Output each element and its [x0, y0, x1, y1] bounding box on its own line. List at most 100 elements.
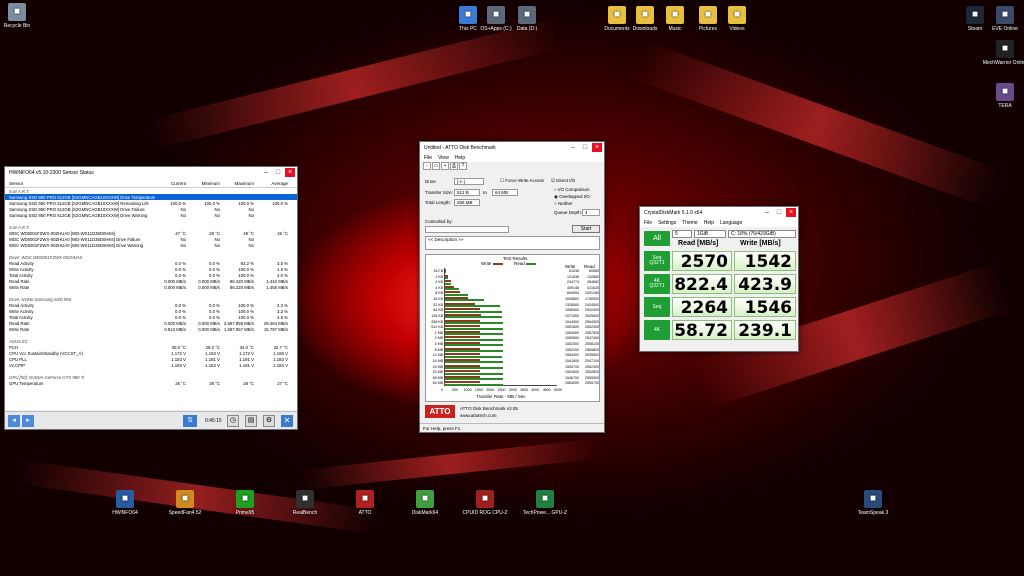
- help-icon[interactable]: ?: [459, 162, 467, 170]
- sensor-row[interactable]: Write Rate 0.000 MB/s 0.000 MB/s 86.220 MB/…: [5, 284, 297, 290]
- sensor-cell: No: [248, 236, 255, 242]
- nav-right-icon[interactable]: ▸: [22, 415, 34, 427]
- sensor-row[interactable]: Total Activity 0.0 % 0.0 % 100.0 % 4.5 %: [5, 314, 297, 320]
- col-average[interactable]: Average: [257, 181, 291, 186]
- clock-icon[interactable]: ◷: [227, 415, 239, 427]
- hwinfo-window[interactable]: HWiNFO64 v5.10-2300 Sensor Status – □ × Se…: [4, 166, 298, 430]
- total-length-select[interactable]: 256 MB: [454, 199, 480, 206]
- desktop-icon-atto[interactable]: ■ ATTO: [340, 490, 390, 516]
- close-icon[interactable]: ×: [786, 208, 796, 217]
- menu-file[interactable]: File: [644, 220, 652, 226]
- menu-settings[interactable]: Settings: [658, 220, 676, 226]
- hwinfo-titlebar[interactable]: HWiNFO64 v5.10-2300 Sensor Status – □ ×: [5, 167, 297, 179]
- io-comparison-radio[interactable]: ○ I/O Comparison: [554, 187, 589, 192]
- print-icon[interactable]: ⎙: [450, 162, 458, 170]
- sensor-row[interactable]: Read Rate 0.000 MB/s 0.000 MB/s 86.220 MB/s…: [5, 278, 297, 284]
- maximize-icon[interactable]: □: [580, 143, 590, 152]
- direct-io-checkbox[interactable]: ☑ Direct I/O: [551, 178, 575, 184]
- sensor-row[interactable]: WDC WD5001FZWX-00ZHUA0 [WD-WX11D35D0HK6]…: [5, 242, 297, 248]
- desktop-icon-videos[interactable]: ■ Videos: [712, 6, 762, 32]
- nav-left-icon[interactable]: ◂: [8, 415, 20, 427]
- desktop-icon-speedfan4-52[interactable]: ■ SpeedFan4.52: [160, 490, 210, 516]
- test-button[interactable]: Seq Q32T1: [644, 251, 670, 271]
- drive-select[interactable]: C: 18% (76/429GiB): [728, 230, 796, 238]
- sensor-row[interactable]: Write Rate 0.813 MB/s 0.000 MB/s 1,597.957 …: [5, 326, 297, 332]
- minimize-icon[interactable]: –: [568, 143, 578, 152]
- desktop-icon-teamspeak-3[interactable]: ■ TeamSpeak 3: [848, 490, 898, 516]
- start-button[interactable]: Start: [572, 225, 600, 233]
- atto-titlebar[interactable]: Untitled - ATTO Disk Benchmark – □ ×: [420, 142, 604, 154]
- sensor-row[interactable]: Samsung SSD 950 PRO 512GB [S2GMNCAGB10XX…: [5, 206, 297, 212]
- overlapped-io-radio[interactable]: ◉ Overlapped I/O: [554, 194, 590, 200]
- col-current[interactable]: Current: [155, 181, 189, 186]
- sensor-row[interactable]: Total Activity 0.0 % 0.0 % 100.0 % 4.0 %: [5, 272, 297, 278]
- close-icon[interactable]: ×: [592, 143, 602, 152]
- test-button[interactable]: Seq: [644, 297, 670, 317]
- sensor-row[interactable]: Read Activity 0.0 % 0.0 % 100.0 % 2.3 %: [5, 302, 297, 308]
- cdm-titlebar[interactable]: CrystalDiskMark 5.1.0 x64 – □ ×: [640, 207, 798, 219]
- col-sensor[interactable]: Sensor: [5, 181, 155, 186]
- report-icon[interactable]: ▤: [245, 415, 257, 427]
- menu-language[interactable]: Language: [720, 220, 742, 226]
- force-write-checkbox[interactable]: ☐ Force Write Access: [500, 178, 544, 184]
- desktop-icon-techpowe-gpu-z[interactable]: ■ TechPowe... GPU-Z: [520, 490, 570, 516]
- col-maximum[interactable]: Maximum: [223, 181, 257, 186]
- crystaldiskmark-window[interactable]: CrystalDiskMark 5.1.0 x64 – □ × File Setti…: [639, 206, 799, 352]
- desktop-icon-hwinfo64[interactable]: ■ HWiNFO64: [100, 490, 150, 516]
- minimize-icon[interactable]: –: [261, 168, 271, 177]
- drive-select[interactable]: [-c-]: [454, 178, 484, 185]
- desktop-icon-mechwarrior-online[interactable]: ■ MechWarrior Online: [980, 40, 1024, 66]
- menu-help[interactable]: Help: [455, 155, 465, 161]
- test-button[interactable]: 4K Q32T1: [644, 274, 670, 294]
- settings-icon[interactable]: ⚙: [263, 415, 275, 427]
- sensor-row[interactable]: WDC WD5001FZWX-00ZHUA0 [WD-WX11D35D0HK6]…: [5, 236, 297, 242]
- hwinfo-sensor-list[interactable]: S.M.A.R.T. Samsung SSD 950 PRO 512GB [S2G…: [5, 188, 297, 410]
- maximize-icon[interactable]: □: [273, 168, 283, 177]
- size-select[interactable]: 1GiB: [694, 230, 726, 238]
- sensor-row[interactable]: Read Rate 0.000 MB/s 0.000 MB/s 2,597.859 M…: [5, 320, 297, 326]
- sensor-row[interactable]: Write Activity 0.0 % 0.0 % 100.0 % 3.3 %: [5, 308, 297, 314]
- desktop-icon-recycle-bin[interactable]: ■ Recycle Bin: [0, 3, 42, 29]
- desktop-icon-eve-online[interactable]: ■ EVE Online: [980, 6, 1024, 32]
- close-icon[interactable]: ×: [285, 168, 295, 177]
- atto-footer-url[interactable]: www.attotech.com: [460, 413, 497, 418]
- menu-view[interactable]: View: [438, 155, 449, 161]
- open-icon[interactable]: ▭: [432, 162, 440, 170]
- desktop-icon-diskmark64[interactable]: ■ DiskMark64: [400, 490, 450, 516]
- all-button[interactable]: All: [644, 231, 670, 246]
- transfer-to-select[interactable]: 64 MB: [492, 189, 518, 196]
- minimize-icon[interactable]: –: [762, 208, 772, 217]
- col-minimum[interactable]: Minimum: [189, 181, 223, 186]
- test-button[interactable]: 4K: [644, 320, 670, 340]
- controlled-by-select[interactable]: [425, 226, 509, 233]
- new-icon[interactable]: ▫: [423, 162, 431, 170]
- desktop-icon-data-d-[interactable]: ■ Data (D:): [502, 6, 552, 32]
- desktop-icon-tera[interactable]: ■ TERA: [980, 83, 1024, 109]
- description-field[interactable]: << Description >>: [425, 236, 600, 250]
- maximize-icon[interactable]: □: [774, 208, 784, 217]
- atto-window[interactable]: Untitled - ATTO Disk Benchmark – □ × File …: [419, 141, 605, 433]
- sensor-row[interactable]: Samsung SSD 950 PRO 512GB [S2GMNCAGB10XX…: [5, 212, 297, 218]
- desktop-icon-cpuid-rog-cpu-z[interactable]: ■ CPUID ROG CPU-Z: [460, 490, 510, 516]
- desktop-icon-realbench[interactable]: ■ RealBench: [280, 490, 330, 516]
- sensor-row[interactable]: PCH 30.0 °C 28.0 °C 34.0 °C 32.7 °C: [5, 344, 297, 350]
- save-icon[interactable]: ▪: [441, 162, 449, 170]
- sensor-row[interactable]: Read Activity 0.0 % 0.0 % 93.2 % 3.5 %: [5, 260, 297, 266]
- menu-file[interactable]: File: [424, 155, 432, 161]
- exit-icon[interactable]: ✕: [281, 415, 293, 427]
- sensor-row[interactable]: Samsung SSD 950 PRO 512GB [S2GMNCAGB10XX…: [5, 200, 297, 206]
- neither-radio[interactable]: ○ Neither: [554, 201, 572, 206]
- sensor-row[interactable]: CPU Vcc Sustain/Standby (VCCST_A) 1.172 V…: [5, 350, 297, 356]
- count-select[interactable]: 5: [672, 230, 692, 238]
- sensor-row[interactable]: Write Activity 0.0 % 0.0 % 100.0 % 1.5 %: [5, 266, 297, 272]
- queue-depth-select[interactable]: 4: [582, 209, 600, 216]
- sensor-row[interactable]: VCCPIP 1.183 V 1.163 V 1.191 V 1.183 V: [5, 362, 297, 368]
- network-icon[interactable]: ⇅: [183, 415, 197, 427]
- transfer-from-select[interactable]: 512 B: [454, 189, 480, 196]
- sensor-row[interactable]: CPU PLL 1.183 V 1.181 V 1.191 V 1.183 V: [5, 356, 297, 362]
- sensor-row[interactable]: WDC WD5001FZWX-00ZHUA0 [WD-WX11D35D0HK6]…: [5, 230, 297, 236]
- menu-theme[interactable]: Theme: [682, 220, 698, 226]
- menu-help[interactable]: Help: [704, 220, 714, 226]
- desktop-icon-prime95[interactable]: ■ Prime95: [220, 490, 270, 516]
- sensor-row[interactable]: GPU Temperature 26 °C 26 °C 28 °C 27 °C: [5, 380, 297, 386]
